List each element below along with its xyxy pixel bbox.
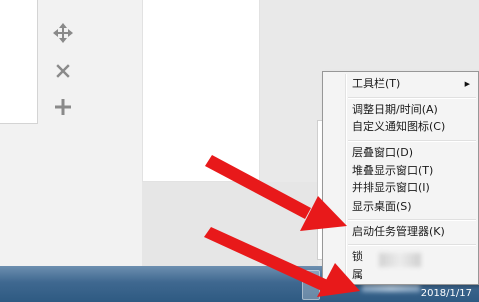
menu-item-label: 启动任务管理器(K)	[352, 225, 445, 238]
menu-item-label: 并排显示窗口(I)	[352, 181, 430, 194]
menu-item-label: 层叠窗口(D)	[352, 146, 414, 159]
menu-item-label: 锁	[352, 250, 363, 263]
center-content-panel	[142, 0, 260, 182]
menu-item-label: 属	[352, 268, 363, 281]
menu-item-label: 自定义通知图标(C)	[352, 120, 446, 133]
menu-item-customize-icons[interactable]: 自定义通知图标(C)	[325, 116, 476, 138]
menu-item-label: 调整日期/时间(A)	[352, 103, 438, 116]
menu-item-task-manager[interactable]: 启动任务管理器(K)	[325, 221, 476, 243]
menu-item-label: 堆叠显示窗口(T)	[352, 164, 434, 177]
menu-item-label: 显示桌面(S)	[352, 200, 412, 213]
menu-item-toolbars[interactable]: 工具栏(T) ▶	[325, 73, 476, 95]
taskbar-clock[interactable]: 2018/1/17	[410, 287, 472, 301]
move-icon[interactable]	[52, 22, 74, 44]
menu-item-properties[interactable]: 属	[325, 264, 476, 284]
chevron-right-icon: ▶	[464, 80, 470, 88]
plus-icon[interactable]	[52, 96, 74, 118]
lower-background-area	[142, 182, 318, 270]
taskbar-button[interactable]	[302, 270, 320, 300]
menu-item-show-desktop[interactable]: 显示桌面(S)	[325, 196, 476, 218]
close-icon[interactable]	[52, 60, 74, 82]
taskbar-context-menu: 工具栏(T) ▶ 调整日期/时间(A) 自定义通知图标(C) 层叠窗口(D) 堆…	[322, 71, 479, 285]
menu-item-label: 工具栏(T)	[352, 77, 401, 90]
left-content-panel	[0, 0, 38, 124]
